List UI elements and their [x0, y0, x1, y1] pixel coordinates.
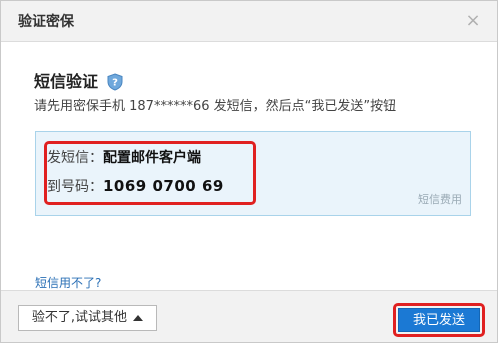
- i-have-sent-button[interactable]: 我已发送: [398, 308, 480, 332]
- dialog-footer: 验不了,试试其他 我已发送: [1, 290, 497, 342]
- target-number-label: 到号码：: [47, 179, 103, 195]
- verify-security-dialog: 验证密保 × 短信验证 ? 请先用密保手机 187******66 发短信，然后…: [0, 0, 498, 343]
- dialog-title: 验证密保: [18, 14, 74, 30]
- sms-content-line: 发短信：配置邮件客户端: [47, 148, 201, 168]
- sms-content-value: 配置邮件客户端: [103, 150, 201, 166]
- shield-question-icon[interactable]: ?: [107, 73, 123, 91]
- caret-up-icon: [133, 315, 144, 321]
- sms-unavailable-link[interactable]: 短信用不了?: [35, 275, 101, 291]
- try-other-methods-label: 验不了,试试其他: [31, 310, 128, 325]
- close-icon[interactable]: ×: [463, 11, 483, 31]
- sms-content-label: 发短信：: [47, 150, 103, 166]
- send-button-highlight: 我已发送: [393, 303, 485, 337]
- sms-info-box: 发短信：配置邮件客户端 到号码：1069 0700 69 短信费用: [35, 131, 471, 216]
- target-number-line: 到号码：1069 0700 69: [47, 176, 224, 197]
- sms-fee-link[interactable]: 短信费用: [418, 193, 462, 207]
- try-other-methods-button[interactable]: 验不了,试试其他: [18, 305, 157, 331]
- svg-text:?: ?: [112, 78, 118, 89]
- instruction-text: 请先用密保手机 187******66 发短信，然后点“我已发送”按钮: [34, 99, 397, 114]
- sms-verify-heading-row: 短信验证 ?: [34, 71, 123, 93]
- dialog-titlebar: 验证密保 ×: [1, 1, 497, 42]
- sms-verify-heading: 短信验证: [34, 72, 99, 91]
- target-number-value: 1069 0700 69: [103, 177, 224, 195]
